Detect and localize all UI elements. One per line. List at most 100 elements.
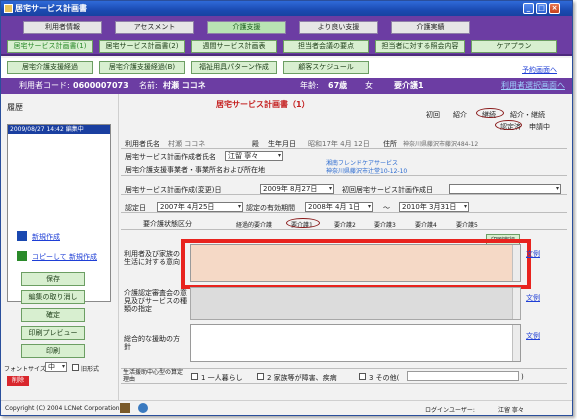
status-applying[interactable]: 申請中 [529, 122, 550, 132]
cert-date-label: 認定日 [125, 204, 146, 212]
red-highlight-box [181, 239, 531, 289]
user-name-label: 名前: [139, 81, 158, 90]
policy-label: 総合的な援助の方針 [124, 335, 180, 351]
login-label: ログインユーザー: [425, 407, 475, 414]
copy-create-link[interactable]: コピーして 新規作成 [32, 252, 97, 262]
policy-field[interactable] [190, 324, 521, 362]
valid-to-select[interactable]: 2010年 3月31日 [399, 202, 469, 212]
save-button[interactable]: 保存 [21, 272, 85, 286]
reason-checkbox-2[interactable] [257, 373, 264, 380]
subtab-equipment-pattern[interactable]: 福祉用具パターン作成 [191, 61, 277, 74]
print-button[interactable]: 印刷 [21, 344, 85, 358]
reason-checkbox-1[interactable] [191, 373, 198, 380]
subtab-care-plan[interactable]: ケアプラン [471, 40, 557, 53]
user-name-field: 村瀬 ココネ [168, 140, 206, 148]
main-window: 居宅サービス計画書 _ □ × 利用者情報 アセスメント 介護支援 より良い支援… [0, 0, 573, 416]
app-icon [4, 4, 13, 13]
new-create-link[interactable]: 新規作成 [32, 232, 60, 242]
new-document-icon [17, 231, 27, 241]
status-intro[interactable]: 紹介 [453, 110, 467, 120]
select-user-link[interactable]: 利用者選択画面へ [501, 78, 565, 94]
first-plan-select[interactable] [449, 184, 561, 194]
plan-date-select[interactable]: 2009年 8月27日 [260, 184, 334, 194]
intent-label: 利用者及び家族の生活に対する意向 [124, 250, 180, 266]
print-preview-button[interactable]: 印刷プレビュー [21, 326, 85, 340]
tab-care-results[interactable]: 介護実績 [391, 21, 470, 34]
honorific-label: 殿 [252, 140, 259, 148]
care-level-transitional[interactable]: 経過的要介護 [236, 220, 272, 229]
birth-label: 生年月日 [268, 140, 296, 148]
valid-label: 認定の有効期間 [246, 204, 295, 212]
delete-button[interactable]: 削除 [7, 376, 29, 386]
subtab-weekly-plan[interactable]: 週間サービス計画表 [191, 40, 277, 53]
subtab-support-progress-b[interactable]: 居宅介護支援経過(B) [99, 61, 185, 74]
reason-3-label: 3 その他( [369, 374, 400, 382]
form-title: 居宅サービス計画書（1） [216, 100, 310, 109]
planner-select[interactable]: 江留 寧々 [225, 151, 283, 161]
tab-care-support[interactable]: 介護支援 [207, 21, 286, 34]
care-level-circle [286, 218, 320, 228]
care-level-3[interactable]: 要介護3 [374, 220, 396, 229]
tab-user-info[interactable]: 利用者情報 [23, 21, 102, 34]
login-user: 江留 寧々 [498, 407, 524, 414]
care-level-4[interactable]: 要介護4 [415, 220, 437, 229]
reason-checkbox-3[interactable] [359, 373, 366, 380]
age-label: 年齢: [300, 81, 319, 90]
committee-field[interactable] [190, 287, 521, 320]
history-item[interactable]: 2009/08/27 14:42 編集中 [8, 125, 110, 134]
help-icon [138, 403, 148, 413]
committee-examples-link[interactable]: 文例 [526, 293, 540, 303]
care-level-2[interactable]: 要介護2 [334, 220, 356, 229]
close-button[interactable]: × [549, 3, 560, 14]
subtab-inquiry[interactable]: 担当者に対する照会内容 [375, 40, 465, 53]
certified-circle [495, 120, 522, 130]
user-code-label: 利用者コード: [19, 81, 70, 90]
confirm-button[interactable]: 確定 [21, 308, 85, 322]
secondary-navigation: 居宅介護支援経過 居宅介護支援経過(B) 福祉用具パターン作成 顧客スケジュール… [1, 58, 572, 78]
tilde-label: ～ [383, 204, 390, 212]
main-navigation: 利用者情報 アセスメント 介護支援 より良い支援 介護実績 居宅サービス計画書(… [1, 16, 572, 56]
status-initial[interactable]: 初回 [426, 110, 440, 120]
sex-value: 女 [365, 81, 373, 90]
old-format-label: 旧形式 [81, 366, 100, 373]
maximize-button[interactable]: □ [536, 3, 547, 14]
user-name-value: 村瀬 ココネ [163, 81, 206, 90]
old-format-checkbox[interactable] [72, 364, 79, 371]
history-title: 履歴 [7, 103, 23, 112]
intent-examples-link[interactable]: 文例 [526, 249, 540, 259]
font-size-label: フォントサイズ [4, 366, 46, 373]
policy-scrollbar[interactable] [512, 325, 520, 361]
subtab-meeting-points[interactable]: 担当者会議の要点 [283, 40, 369, 53]
window-title: 居宅サービス計画書 [15, 4, 87, 13]
user-name-row: 利用者氏名 村瀬 ココネ 殿 生年月日 昭和17年 4月 12日 住所 神奈川県… [121, 137, 567, 149]
subtab-customer-schedule[interactable]: 顧客スケジュール [283, 61, 369, 74]
reason-other-input[interactable] [407, 371, 519, 381]
plan-date-row: 居宅サービス計画作成(変更)日 2009年 8月27日 初回居宅サービス計画作成… [121, 183, 567, 195]
office-label: 居宅介護支援事業者・事業所名および所在地 [125, 166, 265, 174]
footer: Copyright (C) 2004 LCNet Corporation ログイ… [1, 400, 572, 415]
committee-scrollbar[interactable] [512, 288, 520, 319]
cancel-edit-button[interactable]: 編集の取り消し [21, 290, 85, 304]
care-level-5[interactable]: 要介護5 [456, 220, 478, 229]
subtab-plan2[interactable]: 居宅サービス計画書(2) [99, 40, 185, 53]
plan-form: 居宅サービス計画書（1） 初回 紹介 継続 紹介・継続 認定済 申請中 利用者氏… [118, 94, 572, 400]
schedule-link[interactable]: 予約画面へ [522, 65, 557, 75]
cert-date-select[interactable]: 2007年 4月25日 [157, 202, 243, 212]
care-level-label: 要介護状態区分 [143, 220, 192, 228]
policy-examples-link[interactable]: 文例 [526, 331, 540, 341]
tab-better-support[interactable]: より良い支援 [299, 21, 378, 34]
valid-from-select[interactable]: 2008年 4月 1日 [305, 202, 373, 212]
office-row: 居宅介護支援事業者・事業所名および所在地 湘南フレンドケアサービス 神奈川県藤沢… [121, 160, 567, 176]
subtab-plan1[interactable]: 居宅サービス計画書(1) [7, 40, 93, 53]
subtab-support-progress[interactable]: 居宅介護支援経過 [7, 61, 93, 74]
status-intro-continued[interactable]: 紹介・継続 [510, 110, 545, 120]
minimize-button[interactable]: _ [523, 3, 534, 14]
reason-2-label: 2 家族等が障害、疾病 [267, 374, 337, 382]
care-level-row: 要介護状態区分 経過的要介護 要介護1 要介護2 要介護3 要介護4 要介護5 [121, 217, 567, 230]
tab-assessment[interactable]: アセスメント [115, 21, 194, 34]
address-value: 神奈川県藤沢市藤沢484-12 [403, 141, 479, 148]
user-name-label: 利用者氏名 [125, 140, 160, 148]
care-level-value: 要介護1 [394, 81, 424, 90]
font-size-select[interactable]: 中 [45, 362, 67, 372]
birth-value: 昭和17年 4月 12日 [308, 140, 370, 148]
